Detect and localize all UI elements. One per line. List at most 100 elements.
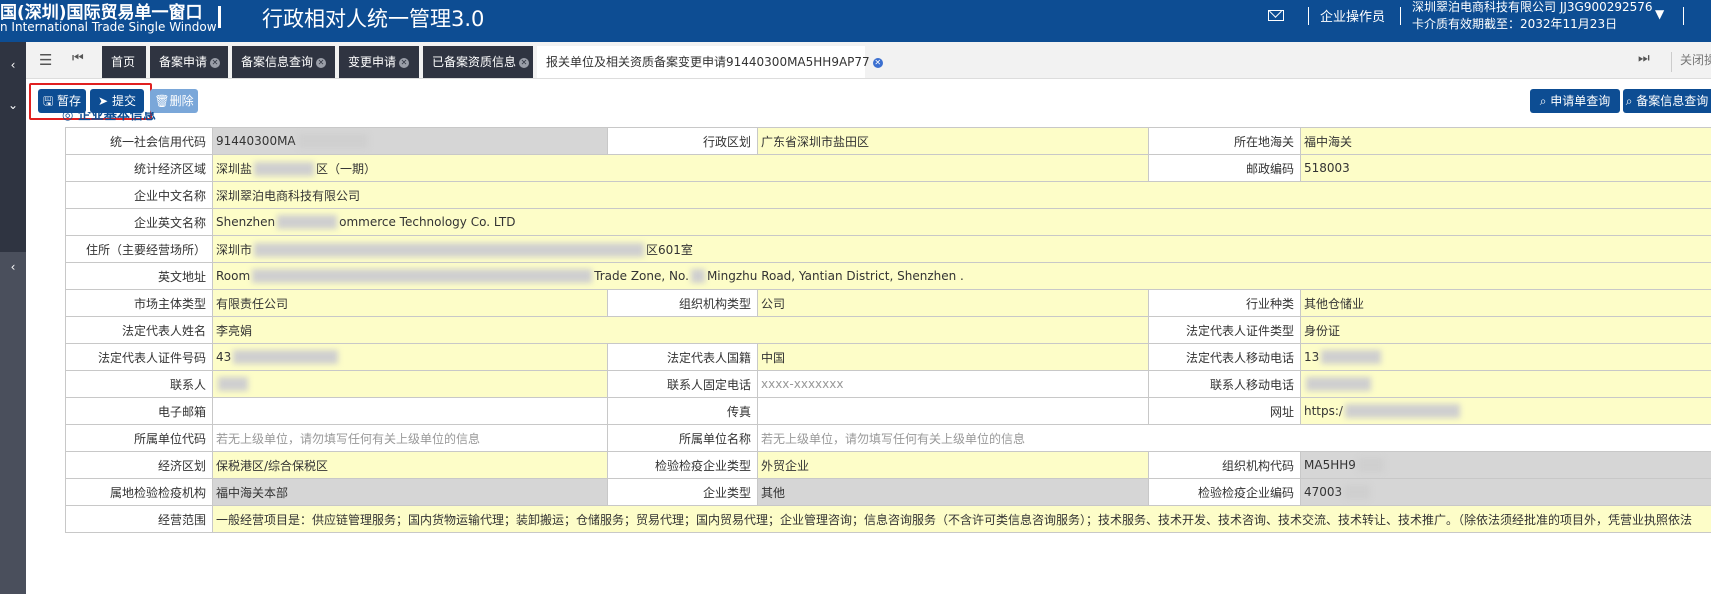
- close-icon[interactable]: ✕: [519, 57, 530, 68]
- query-record-button[interactable]: ⌕ 备案信息查询: [1623, 89, 1711, 113]
- business-scope-field[interactable]: 一般经营项目是：供应链管理服务；国内货物运输代理；装卸搬运；仓储服务；贸易代理；…: [212, 505, 1711, 533]
- name-en-field[interactable]: Shenzhen ommerce Technology Co. LTD: [212, 208, 1711, 236]
- field-label: 英文地址: [65, 262, 213, 290]
- redacted-mask: [218, 377, 248, 392]
- contact-field[interactable]: [212, 370, 608, 398]
- field-label: 所属单位名称: [607, 424, 758, 452]
- redacted-mask: [1306, 377, 1371, 392]
- parent-code-field[interactable]: 若无上级单位，请勿填写任何有关上级单位的信息: [212, 424, 608, 452]
- table-row: 法定代表人证件号码 43 法定代表人国籍 中国 法定代表人移动电话 13: [65, 343, 1711, 371]
- top-header: 国(深圳)国际贸易单一窗口 n International Trade Sing…: [0, 0, 1711, 42]
- legal-id-type-field[interactable]: 身份证: [1300, 316, 1711, 344]
- customs-field[interactable]: 福中海关: [1300, 127, 1711, 155]
- legal-mobile-field[interactable]: 13: [1300, 343, 1711, 371]
- query-application-button[interactable]: ⌕ 申请单查询: [1530, 89, 1620, 113]
- tab-home[interactable]: 首页: [102, 46, 146, 78]
- contact-mobile-field[interactable]: [1300, 370, 1711, 398]
- delete-button[interactable]: 🗑删除: [150, 89, 198, 113]
- legal-id-no-field[interactable]: 43: [212, 343, 608, 371]
- name-cn-field[interactable]: 深圳翠泊电商科技有限公司: [212, 181, 1711, 209]
- submit-button[interactable]: ➤ 提交: [90, 89, 144, 113]
- field-label: 统一社会信用代码: [65, 127, 213, 155]
- field-label: 法定代表人移动电话: [1148, 343, 1301, 371]
- field-label: 经济区划: [65, 451, 213, 479]
- search-icon: ⌕: [1539, 94, 1547, 108]
- redacted-mask: [1344, 485, 1371, 500]
- brand-title-en: n International Trade Single Window: [0, 20, 217, 34]
- table-row: 属地检验检疫机构 福中海关本部 企业类型 其他 检验检疫企业编码 47003: [65, 478, 1711, 506]
- econ-area-field[interactable]: 深圳盐 区（一期）: [212, 154, 1149, 182]
- redacted-mask: [297, 134, 368, 149]
- menu-icon[interactable]: ☰: [39, 51, 52, 69]
- org-code-field[interactable]: MA5HH9: [1300, 451, 1711, 479]
- field-label: 企业中文名称: [65, 181, 213, 209]
- ciq-code-field[interactable]: 47003: [1300, 478, 1711, 506]
- website-field[interactable]: https:/: [1300, 397, 1711, 425]
- close-icon[interactable]: ✕: [399, 57, 410, 68]
- field-label: 网址: [1148, 397, 1301, 425]
- field-label: 行政区划: [607, 127, 758, 155]
- redacted-mask: [1321, 350, 1382, 365]
- scroll-tabs-right-icon[interactable]: ⏭: [1638, 51, 1650, 66]
- send-icon: ➤: [98, 94, 109, 108]
- scroll-tabs-left-icon[interactable]: ⏮: [72, 51, 84, 66]
- chevron-left-icon[interactable]: ‹: [0, 260, 26, 274]
- econ-zone-field[interactable]: 保税港区/综合保税区: [212, 451, 608, 479]
- field-label: 企业类型: [607, 478, 758, 506]
- chevron-left-icon[interactable]: ‹: [0, 58, 26, 72]
- ent-type-field[interactable]: 其他: [757, 478, 1149, 506]
- nationality-field[interactable]: 中国: [757, 343, 1149, 371]
- parent-name-field[interactable]: 若无上级单位，请勿填写任何有关上级单位的信息: [757, 424, 1711, 452]
- field-label: 法定代表人证件类型: [1148, 316, 1301, 344]
- address-field[interactable]: 深圳市 区601室: [212, 235, 1711, 263]
- redacted-mask: [690, 269, 705, 284]
- close-icon[interactable]: ✕: [316, 57, 327, 68]
- en-address-field[interactable]: Room Trade Zone, No. Mingzhu Road, Yantian…: [212, 262, 1711, 290]
- fax-field[interactable]: [757, 397, 1149, 425]
- user-menu-dropdown-icon[interactable]: ▼: [1655, 7, 1664, 21]
- close-icon[interactable]: ✕: [872, 57, 883, 68]
- close-operations-menu[interactable]: 关闭操: [1671, 52, 1711, 72]
- tab-change-application[interactable]: 报关单位及相关资质备案变更申请91440300MA5HH9AP77 ✕: [537, 46, 883, 78]
- close-icon[interactable]: ✕: [210, 57, 221, 68]
- field-label: 所属单位代码: [65, 424, 213, 452]
- field-label: 行业种类: [1148, 289, 1301, 317]
- redacted-mask: [277, 215, 338, 230]
- industry-field[interactable]: 其他仓储业: [1300, 289, 1711, 317]
- table-row: 企业英文名称 Shenzhen ommerce Technology Co. LT…: [65, 208, 1711, 236]
- tab-change-apply[interactable]: 变更申请 ✕: [339, 46, 419, 78]
- legal-name-field[interactable]: 李亮娟: [212, 316, 1149, 344]
- tab-record-apply[interactable]: 备案申请 ✕: [150, 46, 228, 78]
- left-sidebar: ‹ ⌄ ‹: [0, 42, 26, 594]
- tab-bar: ☰ ⏮ 首页 备案申请 ✕ 备案信息查询 ✕ 变更申请 ✕ 已备案资质信息 ✕ 报关单位…: [26, 42, 1711, 79]
- postcode-field[interactable]: 518003: [1300, 154, 1711, 182]
- field-label: 电子邮箱: [65, 397, 213, 425]
- admin-region-field[interactable]: 广东省深圳市盐田区: [757, 127, 1149, 155]
- header-divider: [218, 6, 221, 28]
- mail-icon[interactable]: [1268, 10, 1284, 21]
- ciq-org-field[interactable]: 福中海关本部: [212, 478, 608, 506]
- system-title: 行政相对人统一管理3.0: [262, 7, 485, 31]
- field-label: 组织机构代码: [1148, 451, 1301, 479]
- email-field[interactable]: [212, 397, 608, 425]
- field-label: 市场主体类型: [65, 289, 213, 317]
- ciq-type-field[interactable]: 外贸企业: [757, 451, 1149, 479]
- header-separator: [1683, 7, 1684, 25]
- save-icon: 🖫: [42, 94, 54, 108]
- credit-code-field[interactable]: 91440300MA: [212, 127, 608, 155]
- field-label: 邮政编码: [1148, 154, 1301, 182]
- table-row: 联系人 联系人固定电话 xxxx-xxxxxxx 联系人移动电话: [65, 370, 1711, 398]
- redacted-mask: [254, 162, 315, 176]
- tab-qualification-info[interactable]: 已备案资质信息 ✕: [423, 46, 533, 78]
- org-type-field[interactable]: 公司: [757, 289, 1149, 317]
- chevron-down-icon[interactable]: ⌄: [0, 98, 26, 112]
- table-row: 统计经济区域 深圳盐 区（一期） 邮政编码 518003: [65, 154, 1711, 182]
- save-draft-button[interactable]: 🖫 暂存: [38, 89, 86, 113]
- table-row: 电子邮箱 传真 网址 https:/: [65, 397, 1711, 425]
- entity-type-field[interactable]: 有限责任公司: [212, 289, 608, 317]
- table-row: 市场主体类型 有限责任公司 组织机构类型 公司 行业种类 其他仓储业: [65, 289, 1711, 317]
- field-label: 法定代表人国籍: [607, 343, 758, 371]
- tab-record-query[interactable]: 备案信息查询 ✕: [232, 46, 335, 78]
- left-sidebar-lower: [0, 252, 26, 594]
- contact-phone-field[interactable]: xxxx-xxxxxxx: [757, 370, 1149, 398]
